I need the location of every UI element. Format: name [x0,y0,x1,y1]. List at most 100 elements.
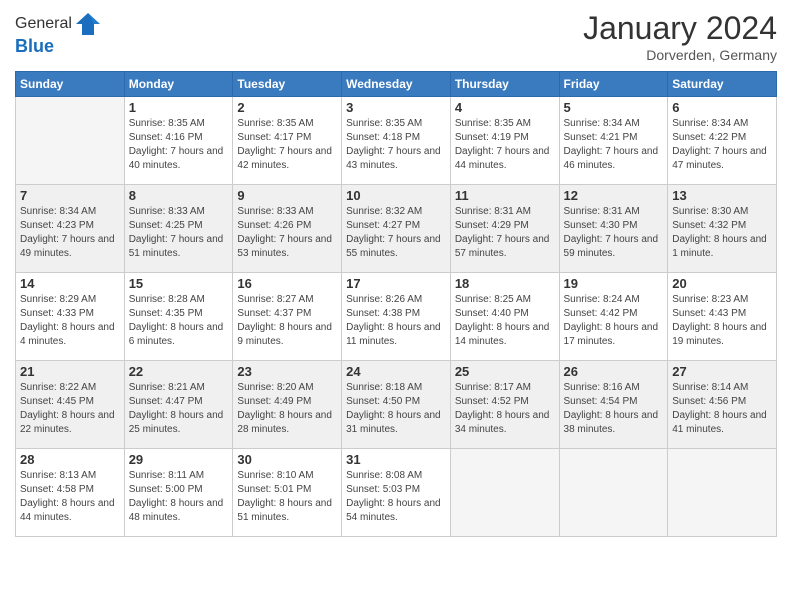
day-info: Sunrise: 8:31 AMSunset: 4:29 PMDaylight:… [455,205,555,261]
weekday-header-sunday: Sunday [16,72,125,97]
calendar-cell: 8Sunrise: 8:33 AMSunset: 4:25 PMDaylight… [124,185,233,273]
calendar-cell: 10 Sunrise: 8:32 AMSunset: 4:27 PMDayligh… [342,185,451,273]
day-info: Sunrise: 8:35 AMSunset: 4:18 PMDaylight:… [346,117,446,173]
day-number: 7 [20,188,120,203]
calendar-cell: 31 Sunrise: 8:08 AMSunset: 5:03 PMDayligh… [342,449,451,537]
day-info: Sunrise: 8:35 AMSunset: 4:19 PMDaylight:… [455,117,555,173]
day-info: Sunrise: 8:23 AMSunset: 4:43 PMDaylight:… [672,293,772,349]
weekday-header-saturday: Saturday [668,72,777,97]
calendar-cell: 27 Sunrise: 8:14 AMSunset: 4:56 PMDayligh… [668,361,777,449]
calendar-cell: 26Sunrise: 8:16 AMSunset: 4:54 PMDayligh… [559,361,668,449]
day-number: 10 [346,188,446,203]
weekday-header-row: SundayMondayTuesdayWednesdayThursdayFrid… [16,72,777,97]
calendar-cell: 1Sunrise: 8:35 AMSunset: 4:16 PMDaylight… [124,97,233,185]
day-number: 28 [20,452,120,467]
day-info: Sunrise: 8:34 AMSunset: 4:22 PMDaylight:… [672,117,772,173]
week-row-5: 28 Sunrise: 8:13 AMSunset: 4:58 PMDayligh… [16,449,777,537]
day-number: 15 [129,276,229,291]
calendar-table: SundayMondayTuesdayWednesdayThursdayFrid… [15,71,777,537]
day-info: Sunrise: 8:17 AMSunset: 4:52 PMDaylight:… [455,381,555,437]
day-number: 1 [129,100,229,115]
day-info: Sunrise: 8:13 AMSunset: 4:58 PMDaylight:… [20,469,120,525]
day-number: 27 [672,364,772,379]
day-info: Sunrise: 8:34 AMSunset: 4:23 PMDaylight:… [20,205,120,261]
day-number: 16 [237,276,337,291]
calendar-cell: 4 Sunrise: 8:35 AMSunset: 4:19 PMDaylight… [450,97,559,185]
day-info: Sunrise: 8:11 AMSunset: 5:00 PMDaylight:… [129,469,229,525]
day-info: Sunrise: 8:20 AMSunset: 4:49 PMDaylight:… [237,381,337,437]
calendar-cell: 21Sunrise: 8:22 AMSunset: 4:45 PMDayligh… [16,361,125,449]
calendar-cell: 2Sunrise: 8:35 AMSunset: 4:17 PMDaylight… [233,97,342,185]
calendar-cell: 30Sunrise: 8:10 AMSunset: 5:01 PMDayligh… [233,449,342,537]
calendar-cell: 17 Sunrise: 8:26 AMSunset: 4:38 PMDayligh… [342,273,451,361]
day-number: 25 [455,364,555,379]
day-number: 21 [20,364,120,379]
calendar-cell: 24Sunrise: 8:18 AMSunset: 4:50 PMDayligh… [342,361,451,449]
day-info: Sunrise: 8:24 AMSunset: 4:42 PMDaylight:… [564,293,664,349]
day-info: Sunrise: 8:27 AMSunset: 4:37 PMDaylight:… [237,293,337,349]
logo-blue-text: Blue [15,36,102,57]
location: Dorverden, Germany [583,47,777,63]
day-number: 2 [237,100,337,115]
calendar-cell: 13 Sunrise: 8:30 AMSunset: 4:32 PMDayligh… [668,185,777,273]
day-number: 13 [672,188,772,203]
day-info: Sunrise: 8:14 AMSunset: 4:56 PMDaylight:… [672,381,772,437]
logo-general-text: General [15,15,72,33]
day-number: 29 [129,452,229,467]
calendar-cell [16,97,125,185]
logo-icon [74,10,102,38]
day-info: Sunrise: 8:26 AMSunset: 4:38 PMDaylight:… [346,293,446,349]
week-row-2: 7 Sunrise: 8:34 AMSunset: 4:23 PMDaylight… [16,185,777,273]
day-info: Sunrise: 8:28 AMSunset: 4:35 PMDaylight:… [129,293,229,349]
day-number: 5 [564,100,664,115]
day-info: Sunrise: 8:29 AMSunset: 4:33 PMDaylight:… [20,293,120,349]
calendar-cell: 22 Sunrise: 8:21 AMSunset: 4:47 PMDayligh… [124,361,233,449]
calendar-cell: 3 Sunrise: 8:35 AMSunset: 4:18 PMDaylight… [342,97,451,185]
day-info: Sunrise: 8:33 AMSunset: 4:26 PMDaylight:… [237,205,337,261]
day-info: Sunrise: 8:31 AMSunset: 4:30 PMDaylight:… [564,205,664,261]
day-info: Sunrise: 8:08 AMSunset: 5:03 PMDaylight:… [346,469,446,525]
calendar-cell: 15 Sunrise: 8:28 AMSunset: 4:35 PMDayligh… [124,273,233,361]
day-number: 30 [237,452,337,467]
day-number: 31 [346,452,446,467]
calendar-cell: 16 Sunrise: 8:27 AMSunset: 4:37 PMDayligh… [233,273,342,361]
weekday-header-thursday: Thursday [450,72,559,97]
day-info: Sunrise: 8:32 AMSunset: 4:27 PMDaylight:… [346,205,446,261]
calendar-cell: 20Sunrise: 8:23 AMSunset: 4:43 PMDayligh… [668,273,777,361]
calendar-cell: 29 Sunrise: 8:11 AMSunset: 5:00 PMDayligh… [124,449,233,537]
day-number: 3 [346,100,446,115]
calendar-cell: 19 Sunrise: 8:24 AMSunset: 4:42 PMDayligh… [559,273,668,361]
calendar-cell: 12 Sunrise: 8:31 AMSunset: 4:30 PMDayligh… [559,185,668,273]
calendar-cell [668,449,777,537]
day-number: 19 [564,276,664,291]
day-number: 22 [129,364,229,379]
day-number: 26 [564,364,664,379]
week-row-3: 14 Sunrise: 8:29 AMSunset: 4:33 PMDayligh… [16,273,777,361]
week-row-1: 1Sunrise: 8:35 AMSunset: 4:16 PMDaylight… [16,97,777,185]
header: General Blue January 2024 Dorverden, Ger… [15,10,777,63]
weekday-header-wednesday: Wednesday [342,72,451,97]
day-number: 9 [237,188,337,203]
calendar-cell: 28 Sunrise: 8:13 AMSunset: 4:58 PMDayligh… [16,449,125,537]
day-number: 18 [455,276,555,291]
week-row-4: 21Sunrise: 8:22 AMSunset: 4:45 PMDayligh… [16,361,777,449]
weekday-header-tuesday: Tuesday [233,72,342,97]
day-number: 17 [346,276,446,291]
day-info: Sunrise: 8:21 AMSunset: 4:47 PMDaylight:… [129,381,229,437]
day-info: Sunrise: 8:25 AMSunset: 4:40 PMDaylight:… [455,293,555,349]
day-number: 4 [455,100,555,115]
calendar-page: General Blue January 2024 Dorverden, Ger… [0,0,792,612]
day-number: 6 [672,100,772,115]
calendar-cell: 6 Sunrise: 8:34 AMSunset: 4:22 PMDaylight… [668,97,777,185]
calendar-cell [450,449,559,537]
day-info: Sunrise: 8:30 AMSunset: 4:32 PMDaylight:… [672,205,772,261]
day-number: 14 [20,276,120,291]
day-number: 23 [237,364,337,379]
day-number: 8 [129,188,229,203]
logo: General Blue [15,10,102,57]
calendar-cell: 14 Sunrise: 8:29 AMSunset: 4:33 PMDayligh… [16,273,125,361]
day-number: 12 [564,188,664,203]
title-area: January 2024 Dorverden, Germany [583,10,777,63]
weekday-header-friday: Friday [559,72,668,97]
calendar-cell: 9 Sunrise: 8:33 AMSunset: 4:26 PMDaylight… [233,185,342,273]
